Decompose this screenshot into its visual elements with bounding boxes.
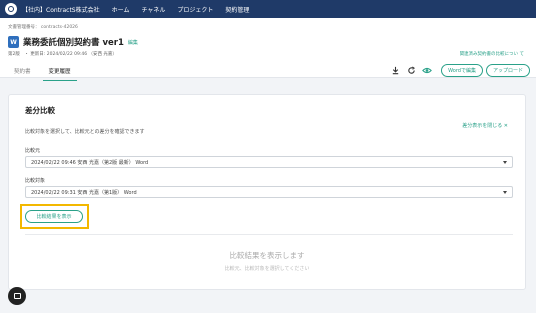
target-select[interactable]: 2024/02/22 09:31 安西 光嘉（第1版） Word xyxy=(25,186,513,198)
empty-state-subtitle: 比較元、比較対象を選択してください xyxy=(224,266,310,272)
diff-comparison-panel: 差分比較 比較対象を選択して、比較元との差分を確認できます 差分表示を閉じる ✕… xyxy=(8,94,526,290)
document-header: 文書管理番号： contracts-42026 W 業務委託個別契約書 ver1… xyxy=(0,18,536,81)
document-number: 文書管理番号： contracts-42026 xyxy=(8,25,78,30)
nav-project[interactable]: プロジェクト xyxy=(177,5,213,14)
close-diff-label: 差分表示を閉じる xyxy=(462,123,503,129)
word-edit-button[interactable]: Wordで編集 xyxy=(441,64,483,77)
edit-title-link[interactable]: 編集 xyxy=(128,39,138,46)
chat-support-button[interactable] xyxy=(8,287,26,305)
source-select[interactable]: 2024/02/22 09:46 安西 光嘉（第2版 最新） Word xyxy=(25,156,513,168)
divider xyxy=(25,234,513,235)
upload-button[interactable]: アップロード xyxy=(485,64,530,77)
chat-icon xyxy=(13,293,21,299)
nav-channel[interactable]: チャネル xyxy=(141,5,165,14)
word-document-icon: W xyxy=(8,36,19,48)
preview-eye-icon[interactable] xyxy=(422,66,432,76)
document-meta: 第2版 ・ 更新日: 2024/02/22 09:46 （安西 光嘉） xyxy=(8,52,117,57)
chevron-down-icon xyxy=(503,160,507,164)
nav-home[interactable]: ホーム xyxy=(112,5,130,14)
tab-change-history[interactable]: 変更履歴 xyxy=(42,67,77,81)
app-logo[interactable] xyxy=(5,3,17,15)
document-toolbar: Wordで編集 アップロード xyxy=(390,64,530,77)
document-tabs: 契約書 変更履歴 xyxy=(8,67,83,81)
source-label: 比較元 xyxy=(25,148,41,154)
diff-panel-description: 比較対象を選択して、比較元との差分を確認できます xyxy=(25,129,145,135)
download-icon[interactable] xyxy=(390,66,400,76)
chevron-down-icon xyxy=(503,190,507,194)
org-name[interactable]: 【社内】ContractS株式会社 xyxy=(22,5,100,14)
show-diff-result-button[interactable]: 比較結果を表示 xyxy=(25,210,83,223)
nav-contract-management[interactable]: 契約管理 xyxy=(225,5,249,14)
empty-state-title: 比較結果を表示します xyxy=(229,251,305,260)
close-diff-link[interactable]: 差分表示を閉じる ✕ xyxy=(462,122,508,129)
close-icon: ✕ xyxy=(503,123,508,129)
related-contracts-link[interactable]: 関連済み契約書の比較につい て xyxy=(460,51,524,57)
tab-contract[interactable]: 契約書 xyxy=(8,67,37,81)
document-title: 業務委託個別契約書 ver1 xyxy=(23,38,124,48)
source-select-value: 2024/02/22 09:46 安西 光嘉（第2版 最新） Word xyxy=(31,159,149,166)
target-select-value: 2024/02/22 09:31 安西 光嘉（第1版） Word xyxy=(31,189,137,196)
target-label: 比較対象 xyxy=(25,178,46,184)
diff-panel-title: 差分比較 xyxy=(25,106,55,115)
refresh-icon[interactable] xyxy=(406,66,416,76)
top-nav-bar: 【社内】ContractS株式会社 ホーム チャネル プロジェクト 契約管理 xyxy=(0,0,536,18)
